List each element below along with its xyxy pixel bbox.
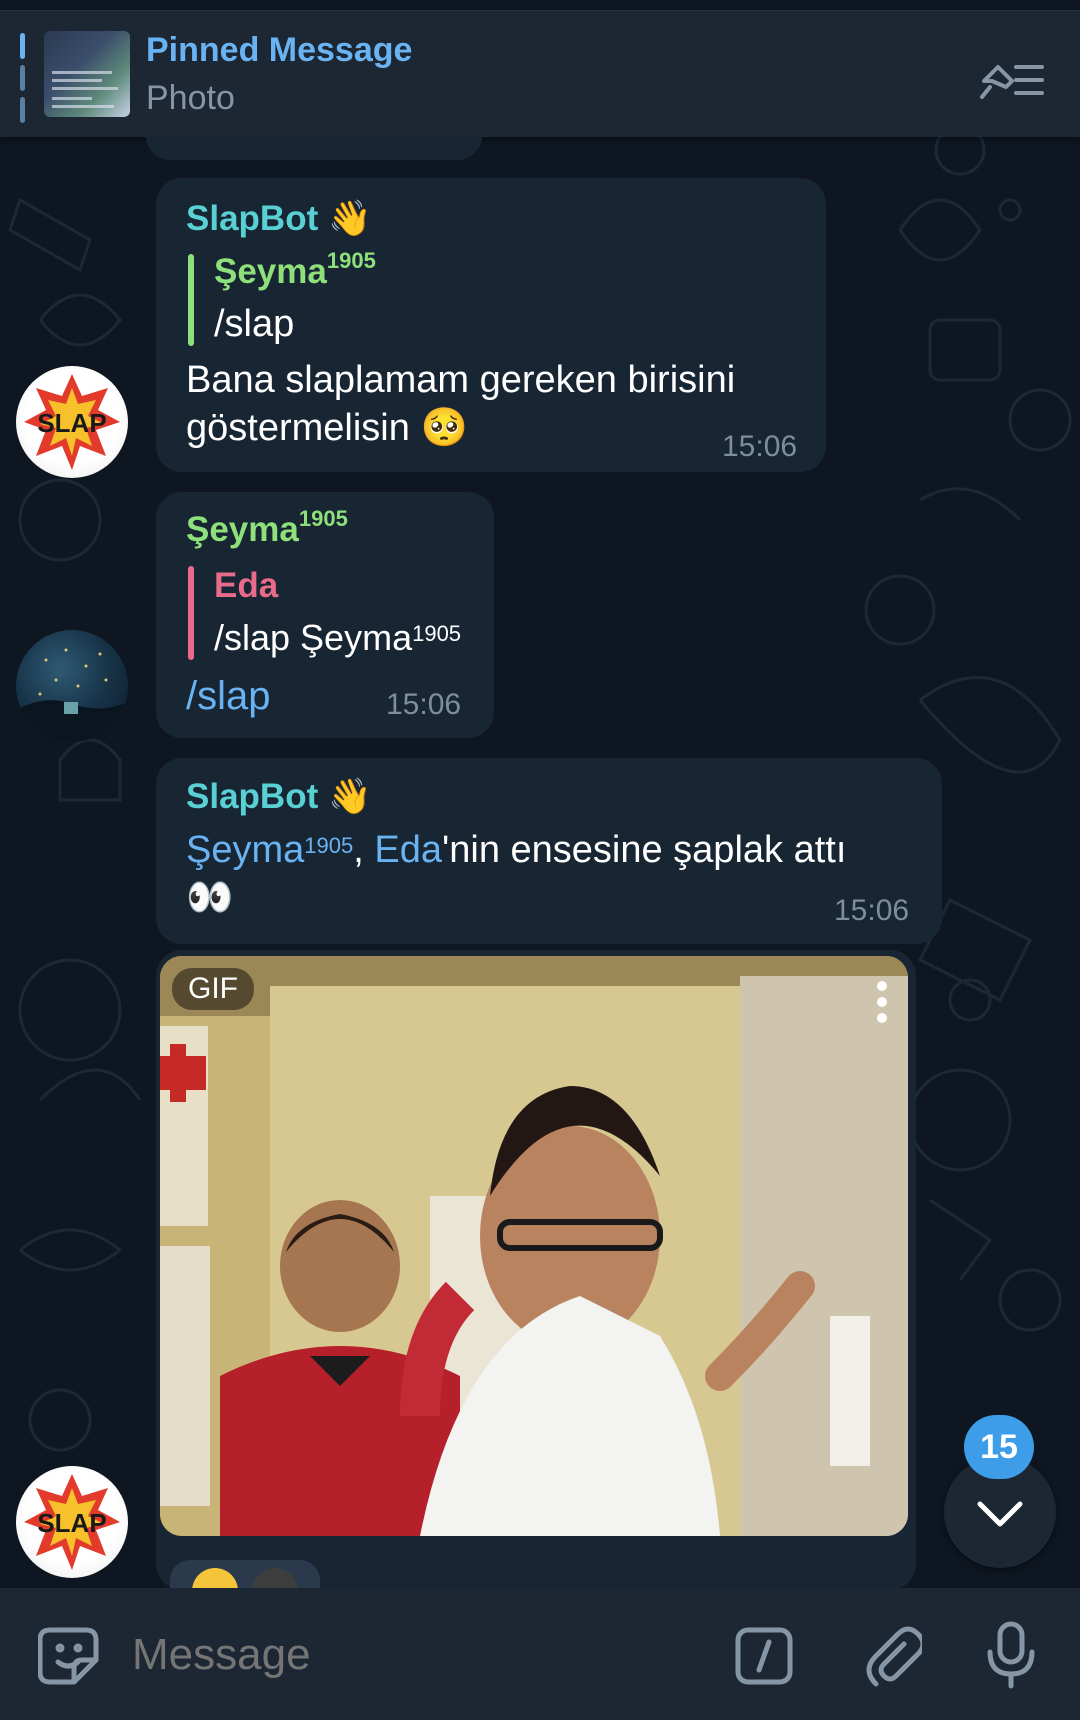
message-input-bar [0,1588,1080,1720]
sticker-icon[interactable] [38,1624,102,1688]
pinned-title: Pinned Message [146,31,413,69]
eyes-emoji: 👀 [186,877,234,919]
unread-count-badge: 15 [964,1415,1034,1479]
message-text: Bana slaplamam gereken birisini gösterme… [186,359,736,449]
reaction-avatar [252,1568,298,1588]
mention-eda[interactable]: Eda [374,829,442,871]
slap-command-link[interactable]: /slap [186,672,271,720]
gif-scene-image [160,956,908,1536]
starry-avatar-image [16,648,128,742]
gif-badge: GIF [172,968,254,1010]
pinned-message-bar[interactable]: Pinned Message Photo [0,10,1080,137]
user-avatar-seyma[interactable] [16,630,128,742]
message-time: 15:06 [722,430,798,463]
svg-text:SLAP: SLAP [37,1508,106,1538]
microphone-icon[interactable] [986,1620,1036,1690]
message-bubble-seyma[interactable]: Şeyma1905 Eda /slap Şeyma1905 /slap 15:0… [156,492,494,738]
pinned-index-indicator [20,33,26,123]
attach-icon[interactable] [862,1624,922,1688]
reply-quote-bar [188,566,194,660]
reply-quote-bar [188,254,194,346]
reply-text: /slap Şeyma1905 [214,617,462,658]
slapbot-avatar[interactable]: SLAP [16,366,128,478]
slap-logo-icon: SLAP [24,1474,120,1570]
reaction-emoji-icon [192,1568,238,1588]
mention-seyma[interactable]: Şeyma1905 [186,829,353,871]
gif-media[interactable]: GIF [160,956,908,1536]
message-text: Şeyma1905, Eda'nin ensesine şaplak attı … [186,829,847,919]
sender-name[interactable]: SlapBot [186,777,318,816]
message-bubble-slapbot-1[interactable]: SlapBot 👋 Şeyma1905 /slap Bana slaplamam… [156,178,826,472]
wave-emoji: 👋 [327,777,372,816]
bot-command-icon[interactable] [734,1626,794,1686]
more-options-icon[interactable] [874,978,890,1026]
pleading-emoji: 🥺 [420,407,468,449]
reply-sender[interactable]: Şeyma1905 [214,248,376,292]
svg-text:SLAP: SLAP [37,408,106,438]
pinned-subtitle: Photo [146,79,235,117]
slapbot-avatar[interactable]: SLAP [16,1466,128,1578]
reactions-row[interactable] [170,1560,320,1588]
wave-emoji: 👋 [327,199,372,238]
slap-logo-icon: SLAP [24,374,120,470]
pinned-list-icon[interactable] [976,53,1046,103]
message-bubble-slapbot-2[interactable]: SlapBot 👋 Şeyma1905, Eda'nin ensesine şa… [156,758,942,944]
message-input[interactable] [132,1628,692,1682]
message-time: 15:06 [834,894,910,927]
sender-name[interactable]: SlapBot [186,199,318,238]
reply-text: /slap [214,303,295,345]
reply-sender[interactable]: Eda [214,566,278,606]
message-time: 15:06 [386,688,462,721]
pinned-photo-thumbnail [44,31,130,117]
previous-message-bubble [146,136,482,160]
sender-name[interactable]: Şeyma1905 [186,506,348,550]
